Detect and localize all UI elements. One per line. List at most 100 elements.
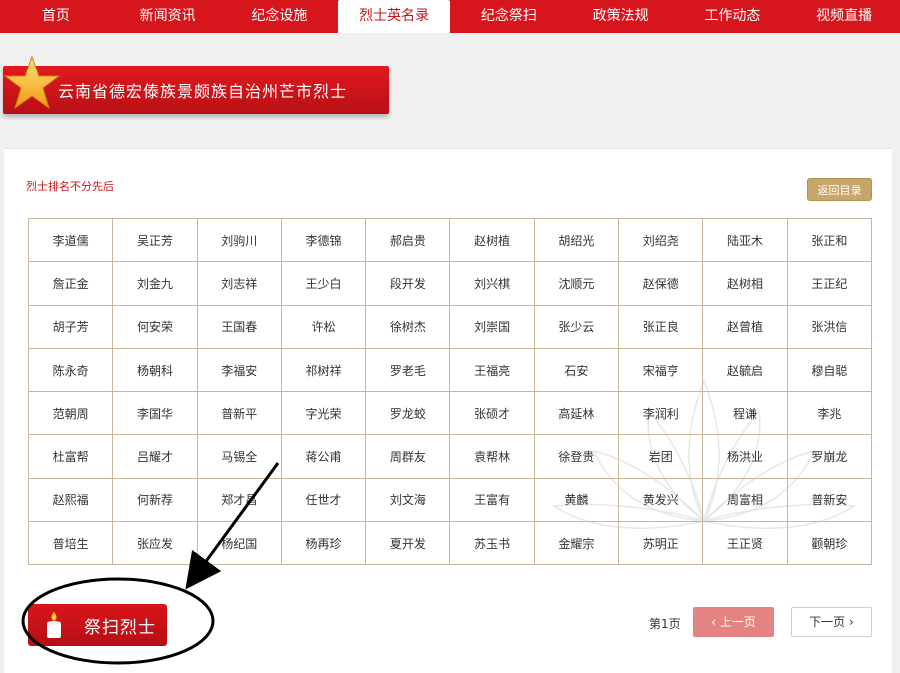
- martyr-name-cell[interactable]: 字光荣: [280, 391, 367, 436]
- martyr-name-cell[interactable]: 金耀宗: [533, 521, 620, 566]
- back-to-directory-button[interactable]: 返回目录: [807, 178, 872, 201]
- martyr-name-cell[interactable]: 吴正芳: [112, 217, 198, 263]
- martyr-name-cell[interactable]: 刘兴棋: [449, 261, 535, 306]
- martyr-name-cell[interactable]: 刘驹川: [196, 217, 282, 263]
- martyr-name-cell[interactable]: 赵毓启: [702, 347, 788, 393]
- martyr-name-cell[interactable]: 张硕才: [449, 391, 535, 436]
- martyr-name-cell[interactable]: 詹正金: [27, 261, 114, 306]
- martyr-name-cell[interactable]: 王正纪: [786, 261, 873, 306]
- table-row: 胡子芳 何安荣 王国春 许松 徐树杰 刘崇国 张少云 张正良 赵曾植 张洪信: [27, 304, 873, 349]
- martyr-name-cell[interactable]: 张洪信: [786, 304, 873, 349]
- martyr-name-cell[interactable]: 范朝周: [27, 391, 114, 436]
- chevron-left-icon: ‹: [711, 615, 720, 629]
- martyr-name-cell[interactable]: 苏明正: [618, 521, 704, 566]
- martyr-name-cell[interactable]: 王国春: [196, 304, 282, 349]
- martyr-name-cell[interactable]: 胡子芳: [27, 304, 114, 349]
- martyr-name-cell[interactable]: 杨朝科: [112, 347, 198, 393]
- martyr-name-cell[interactable]: 王富有: [449, 477, 535, 523]
- martyr-name-cell[interactable]: 罗老毛: [365, 347, 451, 393]
- martyr-name-cell[interactable]: 沈顺元: [533, 261, 620, 306]
- martyr-name-cell[interactable]: 刘志祥: [196, 261, 282, 306]
- martyr-name-cell[interactable]: 郑才昌: [196, 477, 282, 523]
- martyr-name-cell[interactable]: 马锡全: [196, 434, 282, 479]
- martyr-name-cell[interactable]: 郝启贵: [365, 217, 451, 263]
- martyr-name-cell[interactable]: 张少云: [533, 304, 620, 349]
- candle-icon: [47, 611, 61, 638]
- martyr-name-cell[interactable]: 普培生: [27, 521, 114, 566]
- martyr-name-cell[interactable]: 刘金九: [112, 261, 198, 306]
- top-nav: 首页 新闻资讯 纪念设施 烈士英名录 纪念祭扫 政策法规 工作动态 视频直播: [0, 0, 900, 33]
- nav-item-live-video[interactable]: 视频直播: [788, 0, 900, 33]
- martyr-name-cell[interactable]: 杨纪国: [196, 521, 282, 566]
- martyr-name-cell[interactable]: 李道儒: [27, 217, 114, 263]
- martyr-name-cell[interactable]: 张应发: [112, 521, 198, 566]
- martyr-name-cell[interactable]: 何新荐: [112, 477, 198, 523]
- martyr-name-cell[interactable]: 赵树相: [702, 261, 788, 306]
- sweep-martyrs-button[interactable]: 祭扫烈士: [28, 604, 167, 646]
- martyr-name-cell[interactable]: 黄发兴: [618, 477, 704, 523]
- martyr-name-cell[interactable]: 罗龙蛟: [365, 391, 451, 436]
- martyr-name-cell[interactable]: 袁帮林: [449, 434, 535, 479]
- martyr-name-cell[interactable]: 苏玉书: [449, 521, 535, 566]
- martyr-name-cell[interactable]: 杜富帮: [27, 434, 114, 479]
- martyr-name-cell[interactable]: 李兆: [786, 391, 873, 436]
- martyr-name-cell[interactable]: 普新平: [196, 391, 282, 436]
- martyr-name-cell[interactable]: 王正贤: [702, 521, 788, 566]
- martyr-name-cell[interactable]: 赵熙福: [27, 477, 114, 523]
- martyr-name-cell[interactable]: 徐树杰: [365, 304, 451, 349]
- martyr-name-cell[interactable]: 宋福亨: [618, 347, 704, 393]
- martyr-name-cell[interactable]: 周富相: [702, 477, 788, 523]
- martyr-name-cell[interactable]: 石安: [533, 347, 620, 393]
- martyr-name-cell[interactable]: 张正和: [786, 217, 873, 263]
- martyr-name-cell[interactable]: 徐登贵: [533, 434, 620, 479]
- martyr-name-cell[interactable]: 李润利: [618, 391, 704, 436]
- martyr-name-cell[interactable]: 张正良: [618, 304, 704, 349]
- martyr-name-cell[interactable]: 王少白: [280, 261, 367, 306]
- martyr-name-cell[interactable]: 陈永奇: [27, 347, 114, 393]
- martyr-name-cell[interactable]: 高延林: [533, 391, 620, 436]
- martyr-name-cell[interactable]: 胡绍光: [533, 217, 620, 263]
- martyr-name-cell[interactable]: 李福安: [196, 347, 282, 393]
- martyr-name-cell[interactable]: 陆亚木: [702, 217, 788, 263]
- martyr-name-cell[interactable]: 吕耀才: [112, 434, 198, 479]
- nav-item-policies[interactable]: 政策法规: [565, 0, 677, 33]
- martyr-name-cell[interactable]: 何安荣: [112, 304, 198, 349]
- martyr-name-cell[interactable]: 夏开发: [365, 521, 451, 566]
- star-icon: [3, 55, 61, 110]
- martyr-name-cell[interactable]: 岩团: [618, 434, 704, 479]
- nav-item-home[interactable]: 首页: [0, 0, 112, 33]
- table-row: 赵熙福 何新荐 郑才昌 任世才 刘文海 王富有 黄麟 黄发兴 周富相 普新安: [27, 477, 873, 523]
- martyr-name-cell[interactable]: 赵树植: [449, 217, 535, 263]
- martyr-name-cell[interactable]: 蒋公甫: [280, 434, 367, 479]
- nav-item-memorials[interactable]: 纪念设施: [224, 0, 336, 33]
- martyr-name-cell[interactable]: 赵曾植: [702, 304, 788, 349]
- next-page-button[interactable]: 下一页 ›: [791, 607, 872, 637]
- page-indicator: 第1页: [649, 617, 681, 631]
- martyr-name-cell[interactable]: 李德锦: [280, 217, 367, 263]
- martyr-name-cell[interactable]: 杨再珍: [280, 521, 367, 566]
- martyr-name-cell[interactable]: 黄麟: [533, 477, 620, 523]
- martyr-name-cell[interactable]: 程谦: [702, 391, 788, 436]
- nav-item-news[interactable]: 新闻资讯: [112, 0, 224, 33]
- martyr-name-cell[interactable]: 段开发: [365, 261, 451, 306]
- nav-item-work-updates[interactable]: 工作动态: [677, 0, 789, 33]
- martyr-name-cell[interactable]: 刘文海: [365, 477, 451, 523]
- martyr-name-cell[interactable]: 刘崇国: [449, 304, 535, 349]
- martyr-name-cell[interactable]: 李国华: [112, 391, 198, 436]
- martyr-name-cell[interactable]: 杨洪业: [702, 434, 788, 479]
- nav-item-memorial-sweep[interactable]: 纪念祭扫: [453, 0, 565, 33]
- martyr-name-cell[interactable]: 赵保德: [618, 261, 704, 306]
- martyr-name-cell[interactable]: 任世才: [280, 477, 367, 523]
- martyr-name-cell[interactable]: 刘绍尧: [618, 217, 704, 263]
- prev-page-button[interactable]: ‹ 上一页: [693, 607, 774, 637]
- martyr-name-cell[interactable]: 周群友: [365, 434, 451, 479]
- martyr-name-cell[interactable]: 许松: [280, 304, 367, 349]
- martyr-name-cell[interactable]: 罗崩龙: [786, 434, 873, 479]
- martyr-name-cell[interactable]: 穆自聪: [786, 347, 873, 393]
- martyr-name-cell[interactable]: 祁树祥: [280, 347, 367, 393]
- martyr-name-cell[interactable]: 颧朝珍: [786, 521, 873, 566]
- martyr-name-cell[interactable]: 普新安: [786, 477, 873, 523]
- nav-item-martyrs-list[interactable]: 烈士英名录: [338, 0, 450, 33]
- martyr-name-cell[interactable]: 王福亮: [449, 347, 535, 393]
- martyrs-panel: 烈士排名不分先后 返回目录 李道儒 吴正芳 刘驹川 李德锦 郝启贵 赵树植 胡绍光 刘绍尧 陆亚…: [4, 148, 892, 673]
